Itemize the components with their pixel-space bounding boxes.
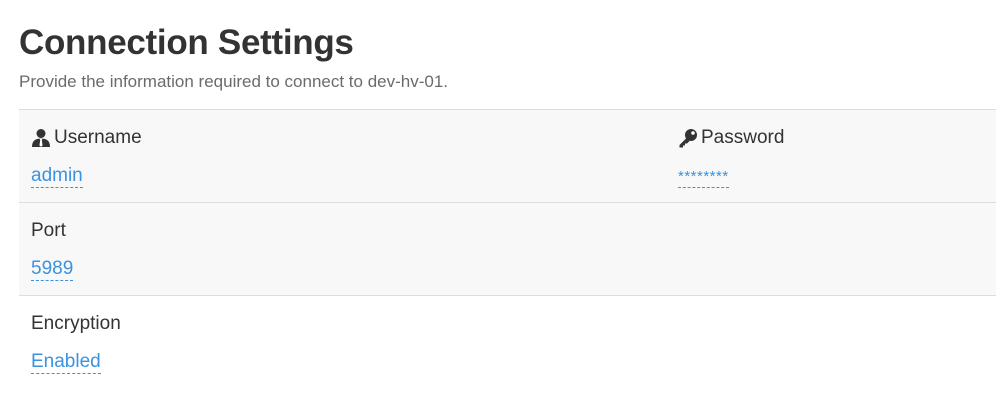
settings-table: Username admin Password ******** Port 59…: [19, 109, 996, 388]
key-icon: [678, 128, 698, 148]
connection-settings-page: Connection Settings Provide the informat…: [0, 0, 996, 403]
password-label: Password: [678, 126, 784, 150]
credentials-row: Username admin Password ********: [19, 109, 996, 202]
password-label-text: Password: [701, 127, 785, 148]
username-value-link[interactable]: admin: [31, 165, 83, 188]
encryption-value-link[interactable]: Enabled: [31, 351, 101, 374]
user-icon: [31, 128, 51, 148]
password-value-link[interactable]: ********: [678, 167, 729, 188]
page-subtitle: Provide the information required to conn…: [19, 72, 449, 91]
username-label-text: Username: [54, 127, 142, 148]
port-row: Port 5989: [19, 202, 996, 295]
username-label: Username: [31, 126, 142, 150]
page-title: Connection Settings: [19, 23, 354, 62]
encryption-label: Encryption: [31, 313, 121, 334]
port-value-link[interactable]: 5989: [31, 258, 74, 281]
port-label: Port: [31, 220, 66, 241]
encryption-row: Encryption Enabled: [19, 295, 996, 388]
